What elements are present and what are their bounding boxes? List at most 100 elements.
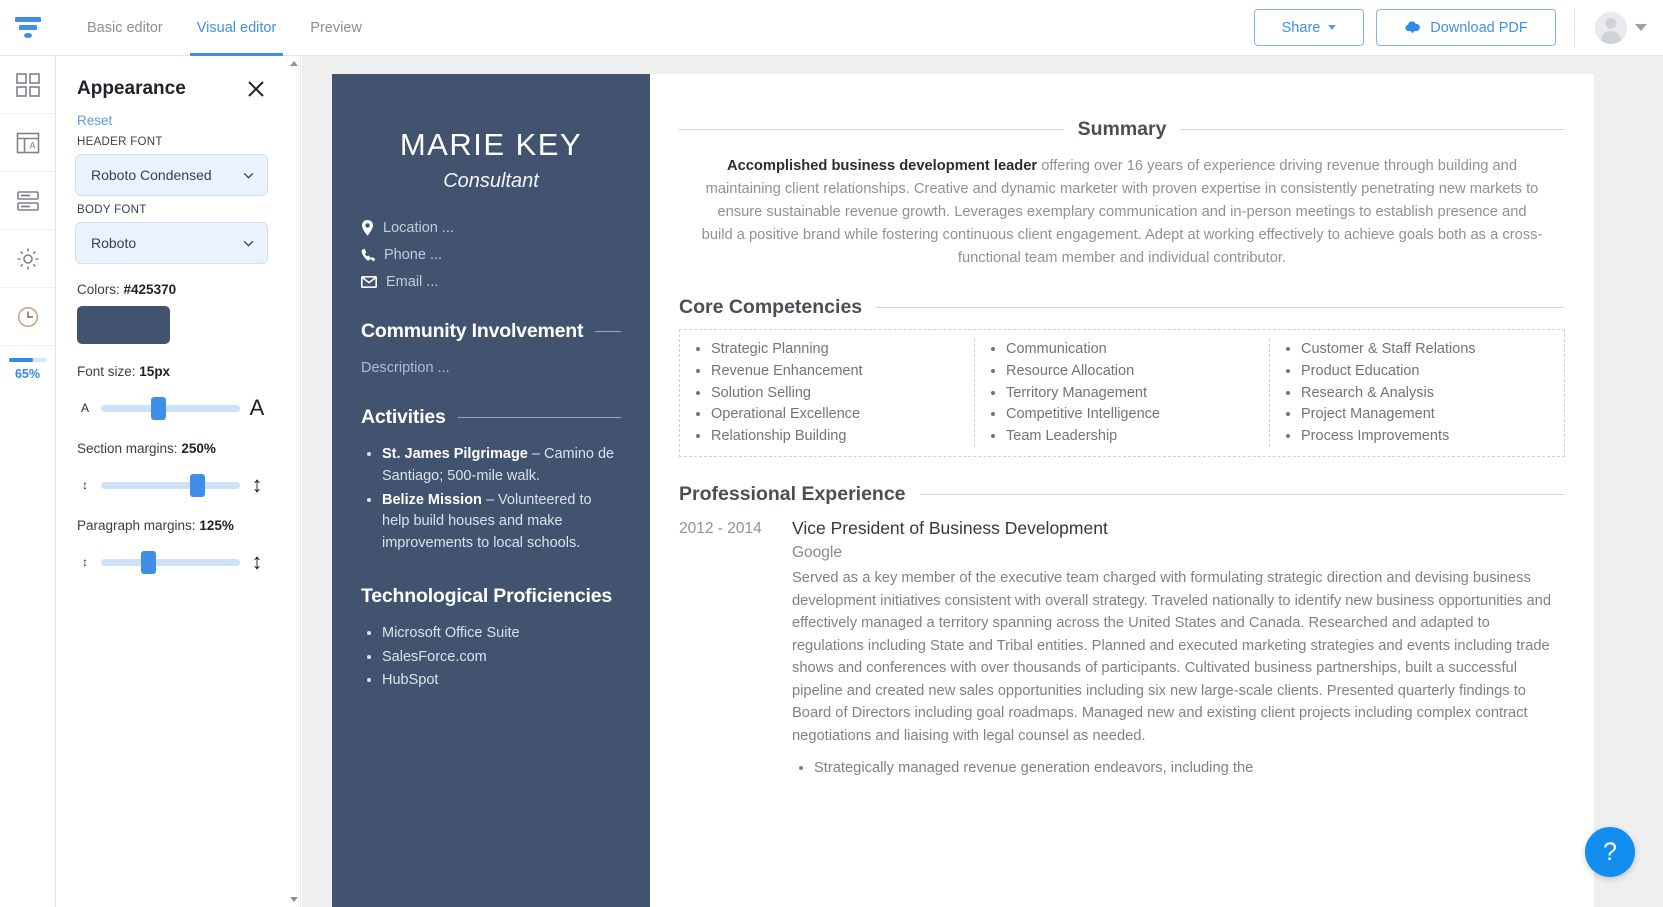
paragraph-margins-group: Paragraph margins: 125% ↕ ↕ xyxy=(57,498,286,575)
section-margins-slider-row: ↕ ↕ xyxy=(77,472,266,498)
community-description[interactable]: Description ... xyxy=(361,360,621,376)
contact-email-text: Email ... xyxy=(386,274,439,291)
colors-label: Colors: xyxy=(77,282,120,297)
panel-scrollbar[interactable] xyxy=(286,56,301,907)
location-pin-icon xyxy=(362,220,373,236)
avatar xyxy=(1595,11,1627,44)
contact-email[interactable]: Email ... xyxy=(361,274,621,290)
funnel-logo-icon xyxy=(15,15,41,41)
font-size-slider[interactable] xyxy=(101,397,240,420)
account-menu[interactable] xyxy=(1574,7,1647,48)
scroll-up-button[interactable] xyxy=(286,56,301,71)
section-header-experience[interactable]: Professional Experience xyxy=(679,483,1565,506)
download-pdf-button-label: Download PDF xyxy=(1430,19,1528,36)
list-item: Revenue Enhancement xyxy=(711,361,964,383)
paragraph-margins-slider-track xyxy=(101,558,240,566)
contact-location[interactable]: Location ... xyxy=(361,220,621,236)
list-item: Operational Excellence xyxy=(711,404,964,426)
rail-item-layout[interactable]: A xyxy=(0,114,55,172)
share-button[interactable]: Share xyxy=(1254,9,1364,46)
section-margins-group: Section margins: 250% ↕ ↕ xyxy=(57,421,286,498)
header-font-select[interactable]: Roboto Condensed xyxy=(75,154,268,196)
help-icon: ? xyxy=(1603,837,1617,866)
contact-phone[interactable]: Phone ... xyxy=(361,247,621,263)
list-item: Solution Selling xyxy=(711,383,964,405)
gear-icon xyxy=(17,248,38,269)
scroll-down-button[interactable] xyxy=(286,892,301,907)
body-font-select[interactable]: Roboto xyxy=(75,222,268,264)
section-header-tech[interactable]: Technological Proficiencies xyxy=(361,585,621,608)
layout-text-icon: A xyxy=(16,132,39,153)
tab-basic-editor-label: Basic editor xyxy=(87,19,163,36)
close-icon[interactable] xyxy=(246,79,266,99)
app-logo[interactable] xyxy=(0,0,56,56)
section-header-community[interactable]: Community Involvement xyxy=(361,320,621,343)
experience-bullets: Strategically managed revenue generation… xyxy=(792,757,1565,779)
reset-link[interactable]: Reset xyxy=(57,100,286,128)
rail-item-history[interactable] xyxy=(0,288,55,346)
section-header-competencies[interactable]: Core Competencies xyxy=(679,296,1565,319)
history-clock-icon xyxy=(17,306,38,327)
rail-item-settings[interactable] xyxy=(0,230,55,288)
rail-item-templates[interactable] xyxy=(0,56,55,114)
resume-role[interactable]: Consultant xyxy=(361,170,621,193)
section-margins-slider-thumb[interactable] xyxy=(189,474,205,497)
resume-sidebar: MARIE KEY Consultant Location ... Phone … xyxy=(332,74,650,907)
font-size-slider-track xyxy=(101,404,240,412)
tab-visual-editor-label: Visual editor xyxy=(196,19,277,36)
tab-basic-editor[interactable]: Basic editor xyxy=(70,0,180,56)
body-font-value: Roboto xyxy=(91,235,137,251)
summary-body: offering over 16 years of experience dri… xyxy=(701,158,1543,267)
chevron-down-icon xyxy=(243,172,254,179)
list-item: HubSpot xyxy=(382,670,621,692)
phone-icon xyxy=(361,248,375,261)
zoom-control[interactable]: 65% xyxy=(0,346,55,381)
activity-title: Belize Mission xyxy=(382,491,482,508)
experience-description: Served as a key member of the executive … xyxy=(792,570,1552,744)
tab-preview-label: Preview xyxy=(310,19,362,36)
section-header-activities[interactable]: Activities xyxy=(361,406,621,429)
section-title-competencies: Core Competencies xyxy=(679,296,863,319)
resume-name[interactable]: MARIE KEY xyxy=(361,126,621,163)
zoom-level-label: 65% xyxy=(14,367,41,381)
share-button-label: Share xyxy=(1281,19,1321,36)
divider xyxy=(679,129,1064,130)
section-margins-label-text: Section margins: xyxy=(77,441,178,456)
download-pdf-button[interactable]: Download PDF xyxy=(1376,9,1556,46)
editor-tabs: Basic editor Visual editor Preview xyxy=(70,0,379,56)
summary-text[interactable]: Accomplished business development leader… xyxy=(679,151,1565,270)
experience-dates: 2012 - 2014 xyxy=(679,520,762,538)
tab-visual-editor[interactable]: Visual editor xyxy=(180,0,294,56)
zoom-slider-track[interactable] xyxy=(8,358,47,362)
competencies-table[interactable]: Strategic Planning Revenue Enhancement S… xyxy=(679,329,1565,458)
margin-small-icon: ↕ xyxy=(82,478,88,492)
colors-row: Colors: #425370 xyxy=(57,264,286,297)
paragraph-margins-slider-thumb[interactable] xyxy=(141,551,157,574)
help-button[interactable]: ? xyxy=(1585,827,1635,877)
section-margins-label: Section margins: 250% xyxy=(77,441,266,456)
paragraph-margins-slider[interactable] xyxy=(101,551,240,574)
divider xyxy=(919,494,1565,496)
resume-page: MARIE KEY Consultant Location ... Phone … xyxy=(332,74,1594,907)
list-item: Team Leadership xyxy=(1006,426,1259,448)
section-title-summary: Summary xyxy=(1077,118,1167,140)
list-item: Microsoft Office Suite xyxy=(382,623,621,645)
margin-small-icon: ↕ xyxy=(82,555,88,569)
envelope-icon xyxy=(361,276,377,289)
experience-entry[interactable]: 2012 - 2014 Vice President of Business D… xyxy=(679,518,1565,779)
section-header-summary[interactable]: Summary xyxy=(679,118,1565,141)
competencies-column-2: Communication Resource Allocation Territ… xyxy=(975,339,1270,448)
font-size-slider-thumb[interactable] xyxy=(151,397,167,420)
section-title-experience: Professional Experience xyxy=(679,483,906,506)
color-swatch[interactable] xyxy=(77,306,170,344)
rail-item-sections[interactable] xyxy=(0,172,55,230)
triangle-down-icon xyxy=(289,897,298,902)
section-margins-slider[interactable] xyxy=(101,474,240,497)
activities-list[interactable]: St. James Pilgrimage – Camino de Santiag… xyxy=(361,444,621,555)
list-item: Territory Management xyxy=(1006,383,1259,405)
tab-preview[interactable]: Preview xyxy=(293,0,379,56)
top-bar: Basic editor Visual editor Preview Share… xyxy=(0,0,1663,56)
divider xyxy=(876,307,1565,309)
tech-list[interactable]: Microsoft Office Suite SalesForce.com Hu… xyxy=(361,623,621,692)
